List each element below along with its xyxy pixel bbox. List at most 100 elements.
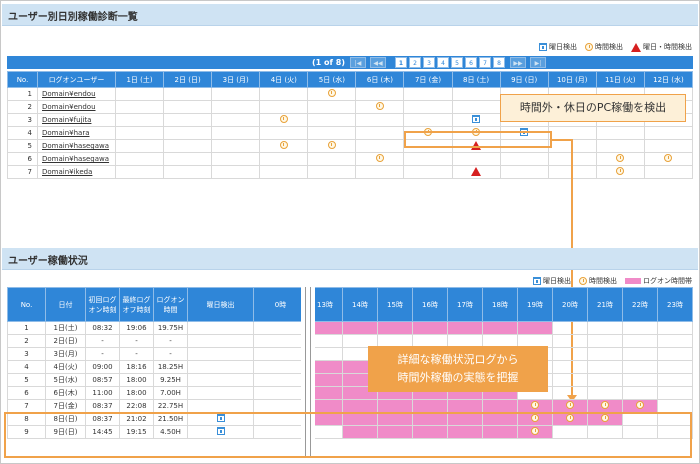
date-cell: 7日(金) xyxy=(45,399,86,413)
column-header: 21時 xyxy=(587,287,623,322)
section-header-status: ユーザー稼働状況 xyxy=(2,248,698,270)
user-link[interactable]: Domain¥hasegawa xyxy=(37,152,116,166)
table-row: 4 Domain¥hara xyxy=(7,126,694,140)
clock-icon[interactable] xyxy=(327,89,336,97)
section-title: ユーザー別日別稼働診断一覧 xyxy=(8,12,138,23)
column-header: 23時 xyxy=(657,287,693,322)
user-link[interactable]: Domain¥hara xyxy=(37,126,116,140)
clock-icon[interactable] xyxy=(279,141,288,149)
column-header: 曜日検出 xyxy=(187,287,254,322)
clock-icon[interactable] xyxy=(616,154,625,162)
date-cell: 6日(木) xyxy=(45,386,86,400)
date-cell: 5日(水) xyxy=(45,373,86,387)
section-title: ユーザー稼働状況 xyxy=(8,256,88,267)
table-row: 7 7日(金) 08:37 22:08 22.75H xyxy=(7,399,693,413)
row-number: 1 xyxy=(7,321,46,335)
row-number: 5 xyxy=(7,373,46,387)
logon-hours-cell: 22.75H xyxy=(153,399,188,413)
user-link[interactable]: Domain¥endou xyxy=(37,87,116,101)
next-page-button[interactable]: ▶▶ xyxy=(510,57,526,68)
column-header: 20時 xyxy=(552,287,588,322)
first-logon-cell: - xyxy=(85,347,120,361)
column-header: 18時 xyxy=(482,287,518,322)
warning-icon xyxy=(631,42,641,52)
page-button-8[interactable]: 8 xyxy=(493,57,505,68)
column-header: 6日 (木) xyxy=(355,71,405,88)
row-number: 5 xyxy=(7,139,38,153)
page-button-2[interactable]: 2 xyxy=(409,57,421,68)
row-number: 4 xyxy=(7,126,38,140)
column-header: 14時 xyxy=(342,287,378,322)
warning-icon[interactable] xyxy=(471,166,482,176)
clock-icon[interactable] xyxy=(566,401,574,409)
legend-label: 時間検出 xyxy=(595,43,623,51)
column-header: 10日 (月) xyxy=(547,71,597,88)
date-cell: 4日(火) xyxy=(45,360,86,374)
logon-hours-cell: 19.75H xyxy=(153,321,188,335)
row-number: 2 xyxy=(7,334,46,348)
column-header: 9日 (日) xyxy=(499,71,549,88)
column-header: 11日 (火) xyxy=(595,71,645,88)
column-header: 8日 (土) xyxy=(451,71,501,88)
callout-line: 詳細な稼働状況ログから xyxy=(397,353,519,366)
last-logoff-cell: - xyxy=(119,334,154,348)
highlight-offhours-rows xyxy=(4,412,692,458)
user-link[interactable]: Domain¥fujita xyxy=(37,113,116,127)
column-header: 5日 (水) xyxy=(307,71,357,88)
page-button-4[interactable]: 4 xyxy=(437,57,449,68)
row-number: 1 xyxy=(7,87,38,101)
last-logoff-cell: 18:16 xyxy=(119,360,154,374)
page-button-5[interactable]: 5 xyxy=(451,57,463,68)
clock-icon[interactable] xyxy=(531,401,539,409)
calendar-icon[interactable] xyxy=(472,115,481,123)
row-number: 3 xyxy=(7,113,38,127)
column-header: ログオン時間 xyxy=(153,287,188,322)
legend-label: 曜日・時間検出 xyxy=(643,43,692,51)
table-row: 2 2日(日) - - - xyxy=(7,334,693,348)
user-link[interactable]: Domain¥hasegawa xyxy=(37,139,116,153)
first-page-button[interactable]: |◀ xyxy=(350,57,366,68)
page-button-6[interactable]: 6 xyxy=(465,57,477,68)
user-link[interactable]: Domain¥endou xyxy=(37,100,116,114)
clock-icon[interactable] xyxy=(664,154,673,162)
column-header: 22時 xyxy=(622,287,658,322)
last-logoff-cell: 22:08 xyxy=(119,399,154,413)
clock-icon[interactable] xyxy=(375,154,384,162)
last-page-button[interactable]: ▶| xyxy=(530,57,546,68)
table-header-row: No. 日付 初回ログオン時刻 最終ログオフ時刻 ログオン時間 曜日検出 0時 … xyxy=(7,287,693,322)
table-row: 4 4日(火) 09:00 18:16 18.25H xyxy=(7,360,693,374)
first-logon-cell: 08:37 xyxy=(85,399,120,413)
logon-hours-cell: - xyxy=(153,347,188,361)
prev-page-button[interactable]: ◀◀ xyxy=(370,57,386,68)
page-button-3[interactable]: 3 xyxy=(423,57,435,68)
date-cell: 1日(土) xyxy=(45,321,86,335)
legend-status: 曜日検出 時間検出 ログオン時間帯 xyxy=(533,276,692,286)
clock-icon xyxy=(585,43,593,51)
section-header-diagnosis: ユーザー別日別稼働診断一覧 xyxy=(2,4,698,26)
column-header: 19時 xyxy=(517,287,553,322)
user-link[interactable]: Domain¥ikeda xyxy=(37,165,116,179)
legend-diagnosis: 曜日検出 時間検出 曜日・時間検出 xyxy=(539,42,692,52)
clock-icon[interactable] xyxy=(601,401,609,409)
last-logoff-cell: 18:00 xyxy=(119,386,154,400)
page-button-7[interactable]: 7 xyxy=(479,57,491,68)
first-logon-cell: - xyxy=(85,334,120,348)
clock-icon[interactable] xyxy=(327,141,336,149)
table-row: 7 Domain¥ikeda xyxy=(7,165,694,179)
row-number: 3 xyxy=(7,347,46,361)
clock-icon[interactable] xyxy=(279,115,288,123)
clock-icon xyxy=(579,277,587,285)
clock-icon[interactable] xyxy=(636,401,644,409)
table-row: 5 5日(水) 08:57 18:00 9.25H xyxy=(7,373,693,387)
legend-label: 時間検出 xyxy=(589,277,617,285)
first-logon-cell: 08:57 xyxy=(85,373,120,387)
date-cell: 3日(月) xyxy=(45,347,86,361)
clock-icon[interactable] xyxy=(616,167,625,175)
table-row: 6 6日(木) 11:00 18:00 7.00H xyxy=(7,386,693,400)
first-logon-cell: 09:00 xyxy=(85,360,120,374)
page-button-1[interactable]: 1 xyxy=(395,57,407,68)
logon-hours-cell: 18.25H xyxy=(153,360,188,374)
column-header: 3日 (月) xyxy=(211,71,261,88)
column-header: 日付 xyxy=(45,287,86,322)
clock-icon[interactable] xyxy=(375,102,384,110)
